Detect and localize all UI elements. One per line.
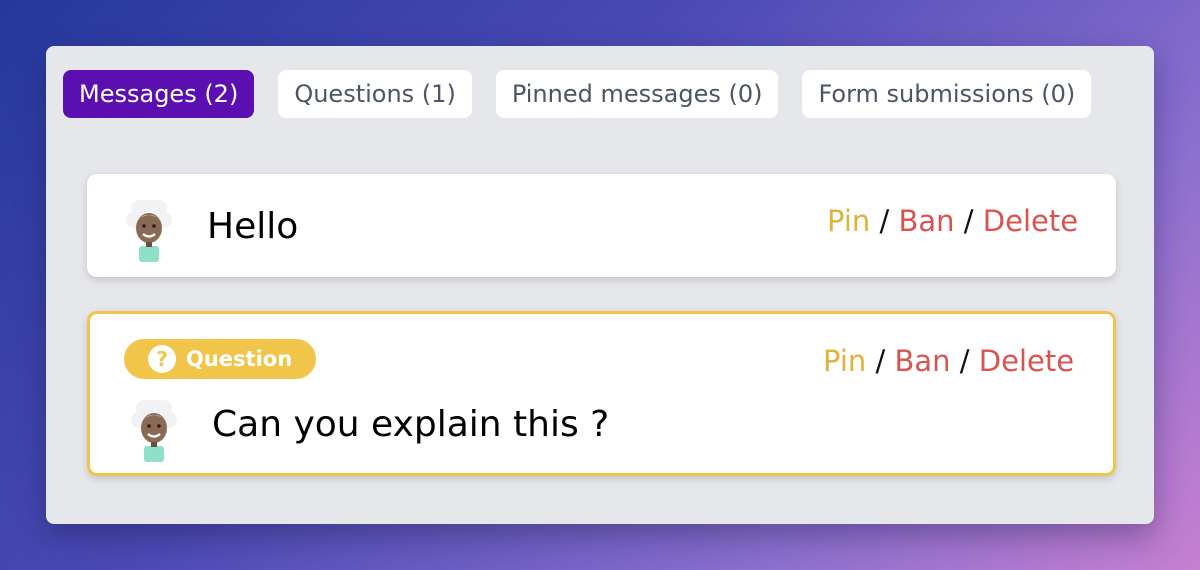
pin-button[interactable]: Pin	[827, 204, 870, 238]
message-actions: Pin / Ban / Delete	[827, 204, 1078, 238]
action-separator: /	[963, 204, 983, 238]
action-separator: /	[879, 204, 899, 238]
action-separator: /	[959, 344, 979, 378]
ban-button[interactable]: Ban	[899, 204, 955, 238]
question-actions: Pin / Ban / Delete	[823, 344, 1074, 378]
tab-messages[interactable]: Messages (2)	[63, 70, 255, 118]
tab-form-submissions[interactable]: Form submissions (0)	[802, 70, 1092, 118]
delete-button[interactable]: Delete	[983, 204, 1078, 238]
question-text: Can you explain this ?	[212, 404, 610, 445]
user-avatar-icon	[131, 400, 177, 462]
pin-button[interactable]: Pin	[823, 344, 866, 378]
message-card: Hello Pin / Ban / Delete	[87, 174, 1116, 277]
ban-button[interactable]: Ban	[895, 344, 951, 378]
tab-bar: Messages (2) Questions (1) Pinned messag…	[63, 70, 1092, 118]
message-text: Hello	[207, 206, 299, 247]
delete-button[interactable]: Delete	[979, 344, 1074, 378]
question-mark-icon: ?	[148, 345, 176, 373]
question-badge: ? Question	[124, 339, 317, 379]
messages-panel: Messages (2) Questions (1) Pinned messag…	[46, 46, 1154, 524]
question-badge-label: Question	[186, 347, 293, 371]
tab-pinned-messages[interactable]: Pinned messages (0)	[495, 70, 779, 118]
question-card: ? Question Pin / Ban / Delete Can you ex…	[87, 311, 1116, 476]
user-avatar-icon	[126, 200, 172, 262]
action-separator: /	[875, 344, 895, 378]
tab-questions[interactable]: Questions (1)	[278, 70, 472, 118]
